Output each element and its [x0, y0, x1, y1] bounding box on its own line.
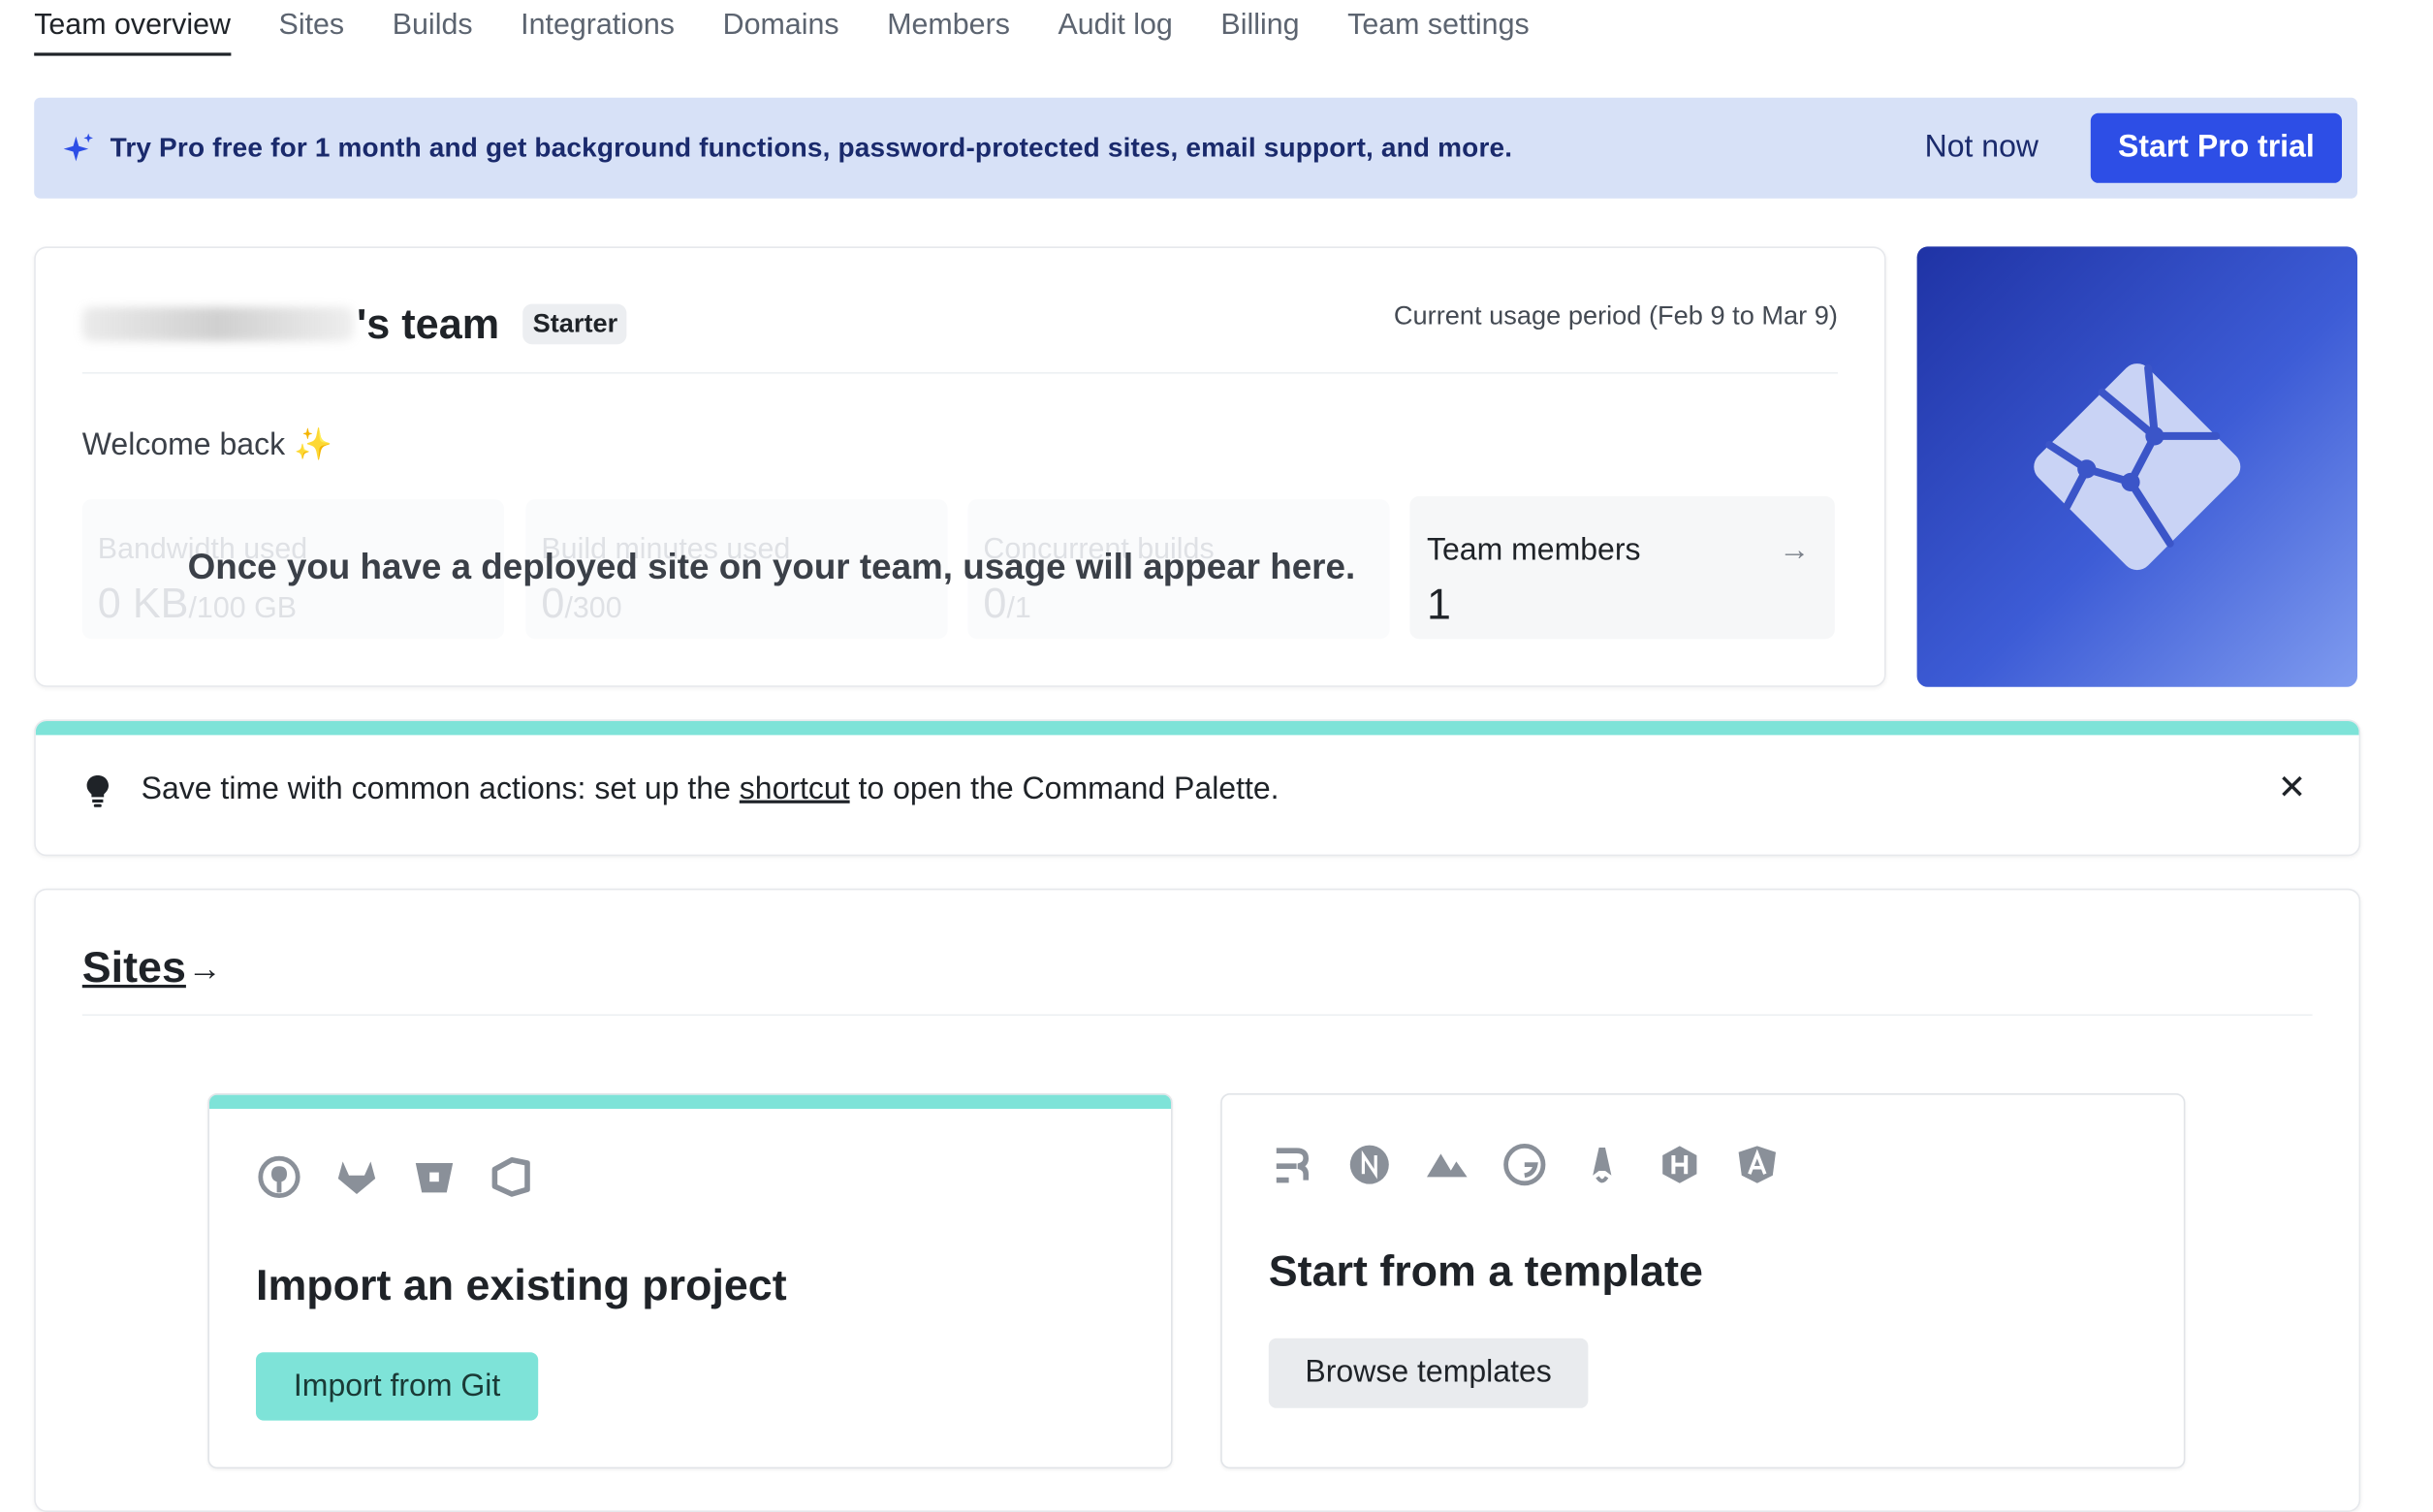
tab-audit-log[interactable]: Audit log — [1059, 0, 1173, 52]
sites-heading-link[interactable]: Sites — [82, 943, 186, 992]
tab-integrations[interactable]: Integrations — [521, 0, 675, 52]
stat-limit: /100 GB — [188, 592, 298, 625]
tab-team-overview[interactable]: Team overview — [34, 0, 231, 56]
team-nav-tabs: Team overview Sites Builds Integrations … — [34, 0, 1577, 62]
netlify-logo-icon — [2034, 363, 2241, 571]
stat-limit: /1 — [1006, 592, 1031, 625]
tab-domains[interactable]: Domains — [723, 0, 839, 52]
start-pro-trial-button[interactable]: Start Pro trial — [2090, 112, 2342, 183]
gatsby-icon — [1501, 1142, 1548, 1188]
tab-sites[interactable]: Sites — [279, 0, 345, 52]
browse-templates-button[interactable]: Browse templates — [1268, 1338, 1589, 1408]
import-from-git-button[interactable]: Import from Git — [256, 1352, 539, 1421]
redacted-username — [81, 306, 354, 341]
tab-members[interactable]: Members — [887, 0, 1010, 52]
git-provider-icons — [256, 1153, 566, 1200]
lightbulb-icon — [86, 775, 109, 807]
astro-icon — [1579, 1142, 1626, 1188]
team-members-link[interactable]: Team members 1 → — [1409, 496, 1835, 640]
usage-period: Current usage period (Feb 9 to Mar 9) — [1393, 300, 1838, 331]
team-name-suffix: 's team — [357, 300, 500, 348]
import-heading: Import an existing project — [256, 1260, 787, 1309]
template-heading: Start from a template — [1268, 1246, 1703, 1295]
arrow-right-icon: → — [187, 949, 222, 989]
framework-icons — [1269, 1142, 1812, 1188]
team-members-count: 1 — [1427, 580, 1451, 628]
tab-billing[interactable]: Billing — [1220, 0, 1299, 52]
tip-accent-bar — [35, 721, 2359, 736]
tip-text: Save time with common actions: set up th… — [142, 772, 1280, 808]
card-accent-bar — [209, 1094, 1171, 1109]
nuxt-icon — [1424, 1142, 1470, 1188]
sites-section: Sites → Import an existing project Impor… — [34, 888, 2361, 1512]
tab-team-settings[interactable]: Team settings — [1347, 0, 1530, 52]
gitlab-icon — [333, 1153, 380, 1200]
team-summary-card: 's team Starter Current usage period (Fe… — [34, 246, 1886, 687]
tip-text-before: Save time with common actions: set up th… — [141, 772, 740, 806]
sparkle-icon — [63, 133, 93, 162]
arrow-right-icon: → — [1779, 533, 1811, 568]
stat-value-number: 0 KB — [97, 580, 189, 627]
angular-icon — [1734, 1142, 1781, 1188]
command-palette-tip: Save time with common actions: set up th… — [34, 719, 2361, 857]
pro-trial-banner: Try Pro free for 1 month and get backgro… — [34, 97, 2358, 199]
netlify-logo-panel — [1916, 246, 2357, 687]
team-name: 's team Starter — [81, 300, 627, 349]
nextjs-icon — [1346, 1142, 1393, 1188]
azure-devops-icon — [489, 1153, 535, 1200]
divider — [81, 1014, 2313, 1016]
banner-text: Try Pro free for 1 month and get backgro… — [110, 132, 1513, 163]
shortcut-link[interactable]: shortcut — [740, 772, 850, 806]
plan-badge: Starter — [522, 303, 627, 345]
bitbucket-icon — [411, 1153, 458, 1200]
divider — [81, 372, 1838, 374]
github-icon — [256, 1153, 302, 1200]
stat-limit: /300 — [564, 592, 622, 625]
welcome-message: Welcome back ✨ — [81, 427, 332, 462]
usage-empty-message: Once you have a deployed site on your te… — [187, 546, 1356, 586]
tip-text-after: to open the Command Palette. — [849, 772, 1280, 806]
hugo-icon — [1657, 1142, 1703, 1188]
remix-icon — [1269, 1142, 1315, 1188]
not-now-button[interactable]: Not now — [1925, 130, 2038, 166]
template-card: Start from a template Browse templates — [1220, 1093, 2186, 1469]
close-icon[interactable]: ✕ — [2278, 768, 2307, 808]
tab-builds[interactable]: Builds — [393, 0, 473, 52]
import-project-card: Import an existing project Import from G… — [207, 1093, 1173, 1469]
team-members-label: Team members — [1427, 533, 1641, 568]
